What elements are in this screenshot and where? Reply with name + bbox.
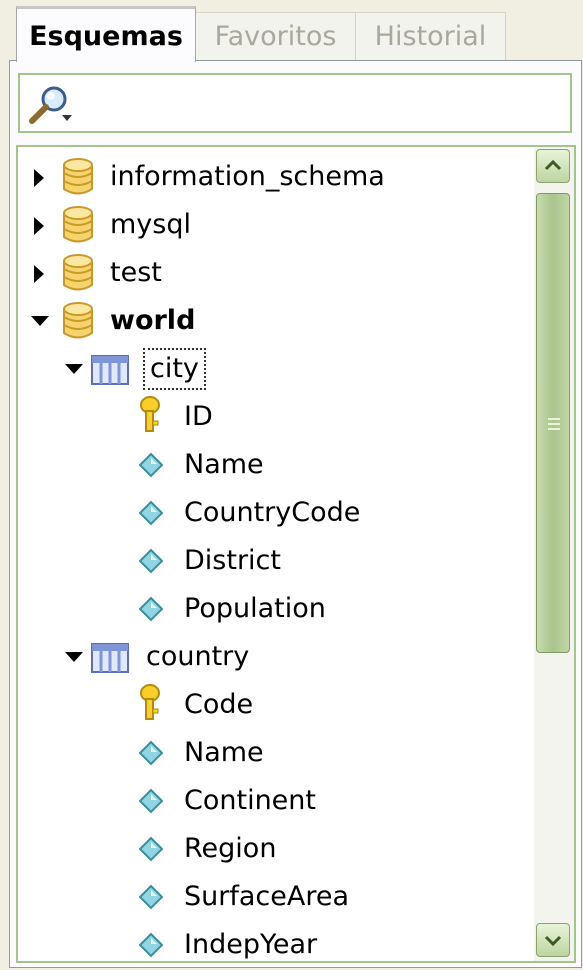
tree-item-column[interactable]: Name <box>18 441 538 489</box>
table-label: city <box>143 348 206 390</box>
column-icon <box>138 788 164 814</box>
column-icon <box>138 740 164 766</box>
column-icon <box>138 836 164 862</box>
table-label: country <box>146 641 250 672</box>
column-label: CountryCode <box>184 497 361 528</box>
tree-item-schema[interactable]: information_schema <box>18 153 538 201</box>
column-icon <box>138 884 164 910</box>
schema-label: world <box>110 305 196 336</box>
tree-item-column[interactable]: Region <box>18 825 538 873</box>
scroll-down-button[interactable] <box>536 923 570 957</box>
chevron-down-icon <box>544 935 562 947</box>
column-label: IndepYear <box>184 929 318 960</box>
column-label: Population <box>184 593 326 624</box>
schema-label: test <box>110 257 162 288</box>
schema-label: information_schema <box>110 161 385 192</box>
collapsed-arrow-icon[interactable] <box>30 264 50 284</box>
database-icon <box>63 158 93 195</box>
search-box[interactable] <box>18 73 572 133</box>
grip-icon <box>548 418 560 430</box>
schemas-panel: information_schemamysql test world city ID Na… <box>9 60 582 968</box>
tab-bar: Esquemas Favoritos Historial <box>0 0 583 62</box>
chevron-up-icon <box>544 159 562 171</box>
tab-esquemas[interactable]: Esquemas <box>16 6 196 62</box>
tree-item-table[interactable]: city <box>18 345 538 393</box>
tree-item-column[interactable]: Population <box>18 585 538 633</box>
tree-item-column[interactable]: ID <box>18 393 538 441</box>
column-label: Name <box>184 449 264 480</box>
tree-item-column[interactable]: SurfaceArea <box>18 873 538 921</box>
primary-key-icon <box>140 396 160 432</box>
collapsed-arrow-icon[interactable] <box>30 168 50 188</box>
column-icon <box>138 596 164 622</box>
schema-label: mysql <box>110 209 191 240</box>
table-icon <box>91 355 129 385</box>
column-label: ID <box>184 401 213 432</box>
column-label: Code <box>184 689 254 720</box>
tree-item-column[interactable]: Continent <box>18 777 538 825</box>
column-label: Continent <box>184 785 316 816</box>
expanded-arrow-icon[interactable] <box>30 312 50 332</box>
column-label: Region <box>184 833 277 864</box>
database-icon <box>63 254 93 291</box>
expanded-arrow-icon[interactable] <box>64 360 84 380</box>
database-icon <box>63 206 93 243</box>
tree-item-column[interactable]: District <box>18 537 538 585</box>
scroll-thumb[interactable] <box>536 193 570 653</box>
tree-item-column[interactable]: CountryCode <box>18 489 538 537</box>
column-icon <box>138 452 164 478</box>
tree-item-column[interactable]: IndepYear <box>18 921 538 961</box>
vertical-scrollbar[interactable] <box>534 147 574 961</box>
column-icon <box>138 548 164 574</box>
tree-item-table[interactable]: country <box>18 633 538 681</box>
tree-item-schema[interactable]: test <box>18 249 538 297</box>
tab-favoritos[interactable]: Favoritos <box>196 12 356 60</box>
column-label: District <box>184 545 281 576</box>
table-icon <box>91 643 129 673</box>
column-icon <box>138 500 164 526</box>
column-label: SurfaceArea <box>184 881 349 912</box>
database-icon <box>63 302 93 339</box>
primary-key-icon <box>140 684 160 720</box>
column-label: Name <box>184 737 264 768</box>
magnifier-icon[interactable] <box>26 83 76 127</box>
tab-historial[interactable]: Historial <box>356 12 506 60</box>
scroll-up-button[interactable] <box>536 149 570 183</box>
schema-tree[interactable]: information_schemamysql test world city ID Na… <box>16 145 576 963</box>
tree-item-column[interactable]: Code <box>18 681 538 729</box>
column-icon <box>138 932 164 958</box>
tree-item-schema[interactable]: mysql <box>18 201 538 249</box>
tree-item-column[interactable]: Name <box>18 729 538 777</box>
tree-item-schema[interactable]: world <box>18 297 538 345</box>
collapsed-arrow-icon[interactable] <box>30 216 50 236</box>
expanded-arrow-icon[interactable] <box>64 648 84 668</box>
